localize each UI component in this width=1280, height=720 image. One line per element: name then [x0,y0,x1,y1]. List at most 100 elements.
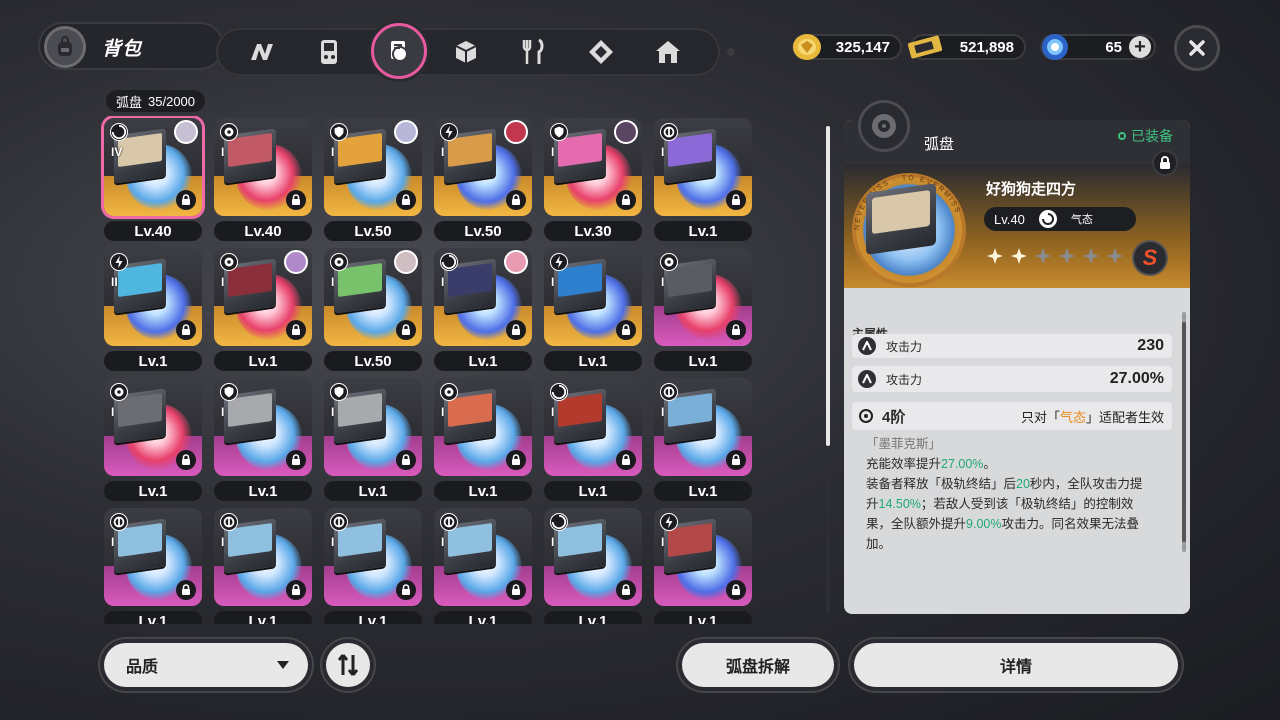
attack-icon [858,337,876,355]
w-engine-card[interactable]: I [654,378,752,476]
dismantle-button[interactable]: 弧盘拆解 [682,643,834,687]
lock-icon[interactable] [506,190,526,210]
w-engine-card[interactable]: I [654,508,752,606]
w-engine-card[interactable]: I [544,248,642,346]
w-engine-card[interactable]: I [104,508,202,606]
lock-icon[interactable] [616,190,636,210]
w-engine-card[interactable]: I [434,248,532,346]
w-engine-level: Lv.1 [214,611,312,624]
grid-scrollbar-thumb[interactable] [826,126,830,446]
sort-order-button[interactable] [326,643,370,687]
lock-icon[interactable] [726,450,746,470]
house-icon [656,41,680,63]
w-engine-card[interactable]: I [214,118,312,216]
lock-icon[interactable] [176,450,196,470]
detail-lock-button[interactable] [1152,150,1178,176]
refinement-tier: I [331,535,335,549]
w-engine-card[interactable]: I [324,378,422,476]
w-engine-item[interactable]: I Lv.50 [324,118,422,244]
w-engine-item[interactable]: I Lv.1 [214,508,312,624]
lock-icon[interactable] [616,580,636,600]
w-engine-item[interactable]: I Lv.40 [214,118,312,244]
w-engine-item[interactable]: I Lv.1 [654,378,752,504]
ice-type-icon [220,513,238,531]
close-button[interactable] [1174,25,1220,71]
star-filled-icon [1011,248,1027,264]
w-engine-item[interactable]: I Lv.1 [214,378,312,504]
w-engine-item[interactable]: I Lv.50 [324,248,422,374]
w-engine-card[interactable]: I [654,248,752,346]
tab-drive-disc[interactable] [242,32,282,72]
gear-type-icon [660,253,678,271]
lock-icon[interactable] [616,320,636,340]
tab-house[interactable] [648,32,688,72]
w-engine-card[interactable]: IV [104,118,202,216]
details-button[interactable]: 详情 [854,643,1178,687]
lock-icon[interactable] [506,320,526,340]
w-engine-item[interactable]: I Lv.1 [544,248,642,374]
disc-category-badge [858,100,910,152]
w-engine-item[interactable]: I Lv.50 [434,118,532,244]
w-engine-card[interactable]: I [544,378,642,476]
w-engine-item[interactable]: I Lv.1 [544,378,642,504]
quality-filter-dropdown[interactable]: 品质 [104,643,308,687]
w-engine-card[interactable]: I [434,508,532,606]
refinement-tier: I [221,275,225,289]
lock-icon[interactable] [396,190,416,210]
w-engine-card[interactable]: I [214,248,312,346]
w-engine-item[interactable]: I Lv.1 [434,508,532,624]
lock-icon[interactable] [726,320,746,340]
w-engine-item[interactable]: I Lv.1 [654,248,752,374]
lock-icon[interactable] [726,580,746,600]
lock-icon[interactable] [286,580,306,600]
tab-food[interactable] [514,32,554,72]
add-energy-button[interactable]: + [1129,36,1151,58]
w-engine-item[interactable]: I Lv.1 [104,378,202,504]
lock-icon[interactable] [506,580,526,600]
lock-icon[interactable] [286,190,306,210]
w-engine-card[interactable]: I [214,378,312,476]
tab-w-engine[interactable] [371,23,427,79]
w-engine-card[interactable]: I [434,118,532,216]
w-engine-item[interactable]: IV Lv.40 [104,118,202,244]
w-engine-item[interactable]: I Lv.30 [544,118,642,244]
w-engine-item[interactable]: I Lv.1 [104,508,202,624]
lock-icon[interactable] [176,320,196,340]
tab-gems[interactable] [581,32,621,72]
w-engine-card[interactable]: I [324,118,422,216]
w-engine-card[interactable]: I [654,118,752,216]
w-engine-card[interactable]: I [104,378,202,476]
w-engine-item[interactable]: I Lv.1 [324,508,422,624]
w-engine-item[interactable]: I Lv.1 [434,248,532,374]
lock-icon[interactable] [726,190,746,210]
w-engine-card[interactable]: I [214,508,312,606]
w-engine-item[interactable]: II Lv.1 [104,248,202,374]
lock-icon[interactable] [286,320,306,340]
refinement-tier: I [221,535,225,549]
lock-icon[interactable] [396,450,416,470]
w-engine-card[interactable]: I [544,118,642,216]
w-engine-item[interactable]: I Lv.1 [434,378,532,504]
w-engine-card[interactable]: I [544,508,642,606]
w-engine-item[interactable]: I Lv.1 [214,248,312,374]
detail-scrollbar-thumb[interactable] [1182,322,1186,542]
shield-type-icon [330,123,348,141]
lock-icon[interactable] [396,320,416,340]
w-engine-item[interactable]: I Lv.1 [544,508,642,624]
lock-icon[interactable] [176,580,196,600]
lock-icon[interactable] [176,190,196,210]
tab-gamepad[interactable] [309,32,349,72]
lock-icon[interactable] [396,580,416,600]
tab-materials[interactable] [446,32,486,72]
w-engine-level: Lv.1 [324,611,422,624]
lock-icon[interactable] [506,450,526,470]
lock-icon[interactable] [286,450,306,470]
w-engine-item[interactable]: I Lv.1 [654,118,752,244]
w-engine-item[interactable]: I Lv.1 [654,508,752,624]
w-engine-item[interactable]: I Lv.1 [324,378,422,504]
w-engine-card[interactable]: I [324,508,422,606]
w-engine-card[interactable]: II [104,248,202,346]
w-engine-card[interactable]: I [324,248,422,346]
w-engine-card[interactable]: I [434,378,532,476]
lock-icon[interactable] [616,450,636,470]
